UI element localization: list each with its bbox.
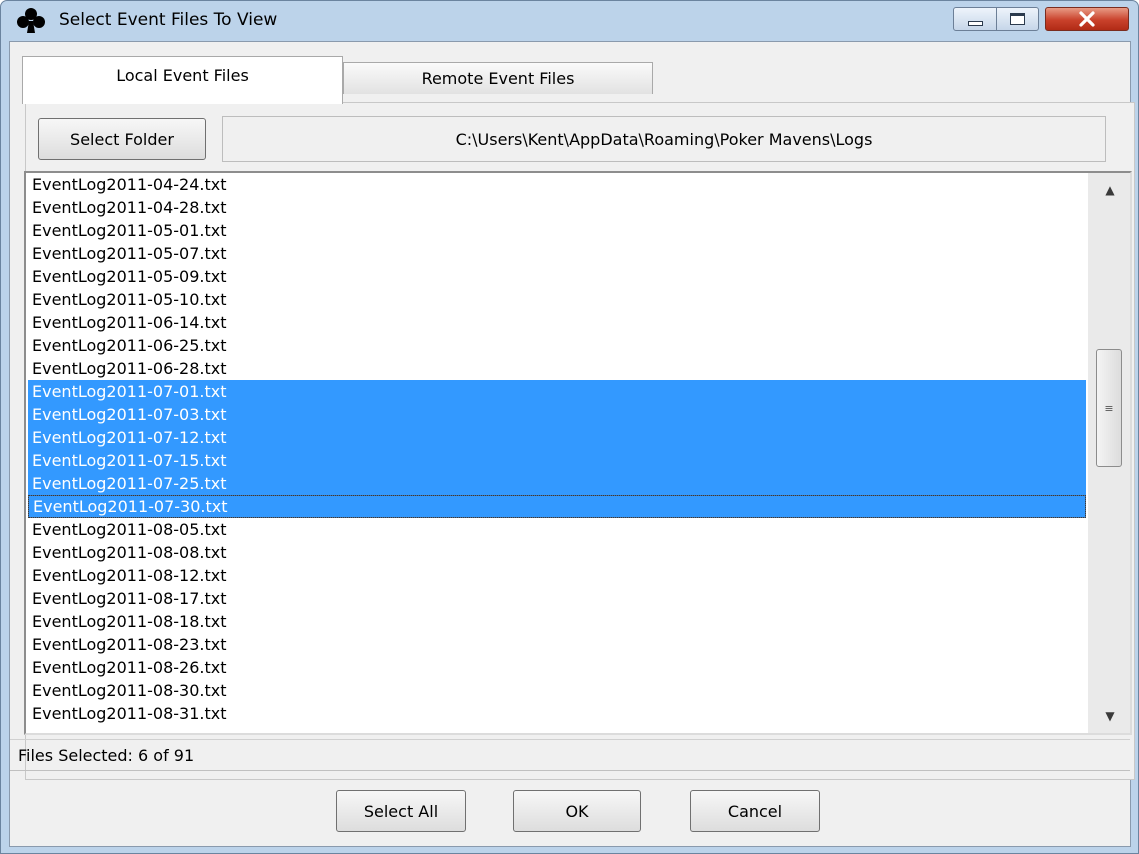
list-item[interactable]: EventLog2011-08-30.txt bbox=[28, 679, 1086, 702]
grip-icon: ≡ bbox=[1104, 401, 1114, 415]
minimize-icon bbox=[967, 20, 983, 26]
list-item[interactable]: EventLog2011-05-09.txt bbox=[28, 265, 1086, 288]
list-item[interactable]: EventLog2011-04-28.txt bbox=[28, 196, 1086, 219]
list-item[interactable]: EventLog2011-08-18.txt bbox=[28, 610, 1086, 633]
tab-label: Remote Event Files bbox=[421, 69, 575, 88]
status-bar: Files Selected: 6 of 91 bbox=[10, 739, 1130, 771]
tab-remote-event-files[interactable]: Remote Event Files bbox=[343, 62, 653, 94]
list-item[interactable]: EventLog2011-08-17.txt bbox=[28, 587, 1086, 610]
scroll-thumb[interactable]: ≡ bbox=[1096, 349, 1122, 467]
title-bar[interactable]: Select Event Files To View bbox=[1, 1, 1138, 41]
arrow-up-icon: ▲ bbox=[1105, 183, 1115, 197]
list-item[interactable]: EventLog2011-05-01.txt bbox=[28, 219, 1086, 242]
list-item[interactable]: EventLog2011-07-12.txt bbox=[28, 426, 1086, 449]
window-title: Select Event Files To View bbox=[59, 10, 278, 30]
select-all-button[interactable]: Select All bbox=[336, 790, 466, 832]
list-item[interactable]: EventLog2011-06-14.txt bbox=[28, 311, 1086, 334]
folder-path-text: C:\Users\Kent\AppData\Roaming\Poker Mave… bbox=[455, 129, 873, 149]
list-item[interactable]: EventLog2011-08-31.txt bbox=[28, 702, 1086, 725]
dialog-window: Select Event Files To View Local Event F… bbox=[0, 0, 1139, 854]
list-item[interactable]: EventLog2011-06-28.txt bbox=[28, 357, 1086, 380]
list-item[interactable]: EventLog2011-07-03.txt bbox=[28, 403, 1086, 426]
list-item[interactable]: EventLog2011-07-01.txt bbox=[28, 380, 1086, 403]
select-folder-button[interactable]: Select Folder bbox=[38, 118, 206, 160]
arrow-down-icon: ▼ bbox=[1105, 709, 1115, 723]
list-item[interactable]: EventLog2011-06-25.txt bbox=[28, 334, 1086, 357]
tab-label: Local Event Files bbox=[116, 66, 249, 85]
list-item[interactable]: EventLog2011-07-15.txt bbox=[28, 449, 1086, 472]
list-item[interactable]: EventLog2011-04-24.txt bbox=[28, 173, 1086, 196]
list-item[interactable]: EventLog2011-08-23.txt bbox=[28, 633, 1086, 656]
maximize-button[interactable] bbox=[996, 7, 1039, 31]
list-items-container: EventLog2011-04-24.txt EventLog2011-04-28… bbox=[28, 173, 1086, 725]
close-button[interactable] bbox=[1045, 7, 1129, 31]
ok-button[interactable]: OK bbox=[513, 790, 641, 832]
list-item[interactable]: EventLog2011-08-08.txt bbox=[28, 541, 1086, 564]
list-item[interactable]: EventLog2011-08-12.txt bbox=[28, 564, 1086, 587]
files-selected-count: Files Selected: 6 of 91 bbox=[18, 745, 195, 765]
vertical-scrollbar[interactable]: ▲ ≡ ▼ bbox=[1088, 173, 1130, 733]
list-item[interactable]: EventLog2011-08-05.txt bbox=[28, 518, 1086, 541]
cancel-button[interactable]: Cancel bbox=[690, 790, 820, 832]
list-item[interactable]: EventLog2011-05-07.txt bbox=[28, 242, 1086, 265]
minimize-button[interactable] bbox=[953, 7, 997, 31]
list-item[interactable]: EventLog2011-07-25.txt bbox=[28, 472, 1086, 495]
list-item[interactable]: EventLog2011-05-10.txt bbox=[28, 288, 1086, 311]
scroll-up-button[interactable]: ▲ bbox=[1088, 173, 1130, 207]
list-item[interactable]: EventLog2011-07-30.txt bbox=[28, 495, 1086, 518]
tab-local-event-files[interactable]: Local Event Files bbox=[22, 56, 343, 104]
dialog-client-area: Local Event Files Remote Event Files Sel… bbox=[9, 41, 1135, 847]
folder-path-field: C:\Users\Kent\AppData\Roaming\Poker Mave… bbox=[222, 116, 1106, 162]
scroll-down-button[interactable]: ▼ bbox=[1088, 699, 1130, 733]
event-files-list[interactable]: EventLog2011-04-24.txt EventLog2011-04-28… bbox=[24, 171, 1132, 735]
list-item[interactable]: EventLog2011-08-26.txt bbox=[28, 656, 1086, 679]
close-icon bbox=[1079, 11, 1095, 27]
club-icon bbox=[17, 8, 45, 33]
maximize-icon bbox=[1010, 13, 1025, 25]
